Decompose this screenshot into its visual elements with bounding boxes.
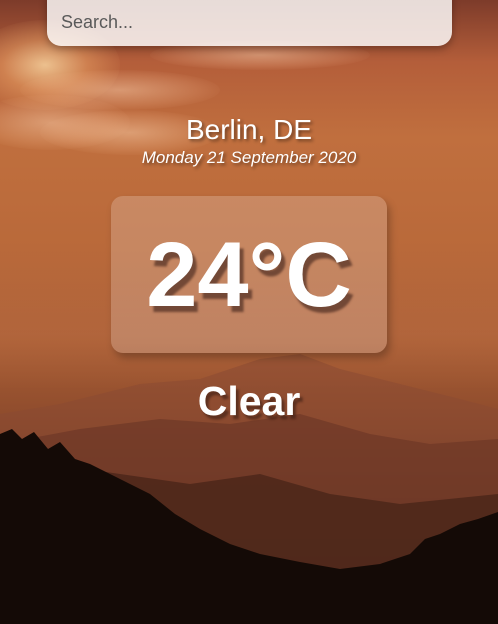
weather-app: Berlin, DE Monday 21 September 2020 24°C… <box>0 0 498 624</box>
search-input[interactable] <box>47 0 452 44</box>
location-label: Berlin, DE <box>185 114 313 145</box>
date-label: Monday 21 September 2020 <box>141 148 357 167</box>
temperature-card: 24°C <box>111 196 387 353</box>
mountain-silhouette <box>0 354 498 624</box>
search-bar <box>47 0 452 46</box>
temperature-value: 24°C <box>146 224 352 326</box>
weather-condition: Clear <box>197 378 301 424</box>
